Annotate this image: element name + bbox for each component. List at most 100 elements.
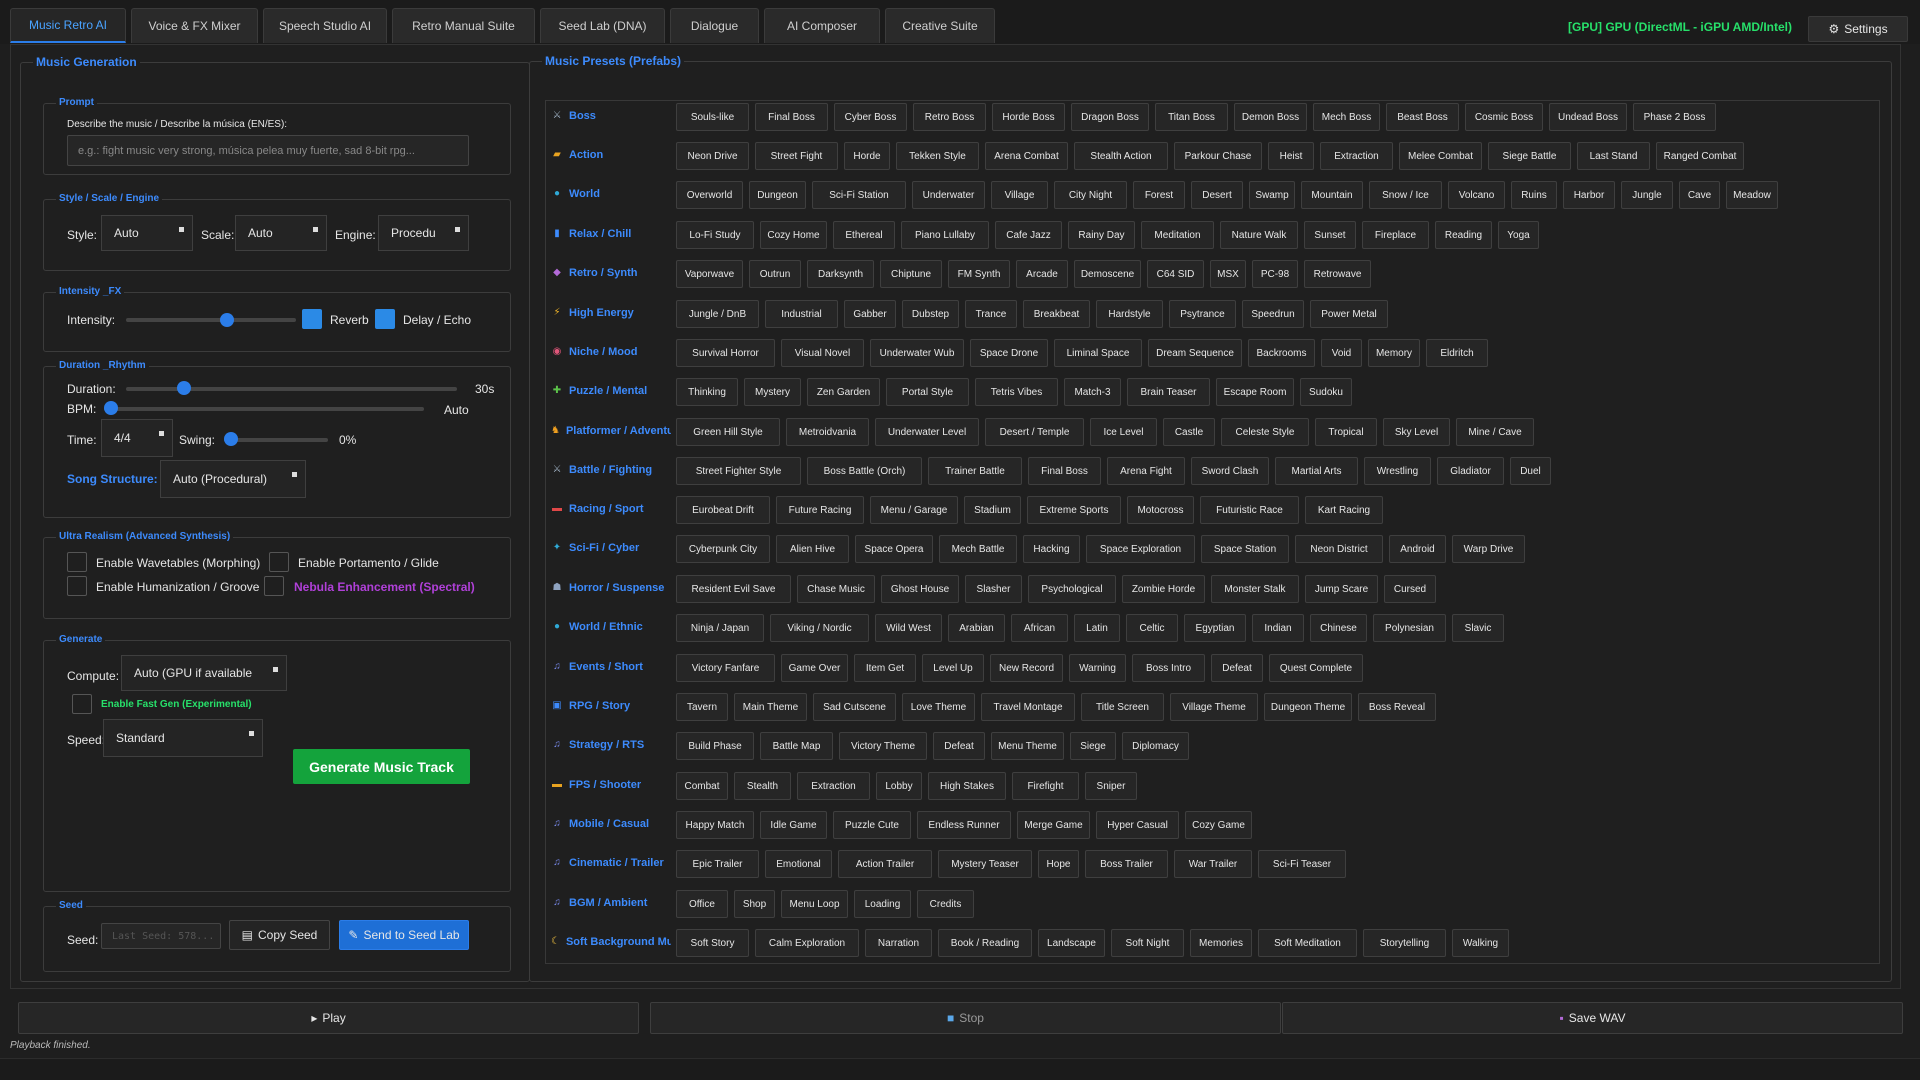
preset-button[interactable]: Void	[1321, 339, 1362, 367]
preset-button[interactable]: Space Opera	[855, 535, 933, 563]
preset-button[interactable]: Final Boss	[755, 103, 828, 131]
preset-button[interactable]: Arena Fight	[1107, 457, 1185, 485]
intensity-slider-track[interactable]	[126, 318, 296, 322]
preset-button[interactable]: Sky Level	[1383, 418, 1450, 446]
preset-button[interactable]: Castle	[1163, 418, 1215, 446]
preset-button[interactable]: Tavern	[676, 693, 728, 721]
preset-button[interactable]: Titan Boss	[1155, 103, 1228, 131]
time-signature-select[interactable]: 4/4	[101, 419, 173, 457]
preset-button[interactable]: Chiptune	[880, 260, 942, 288]
preset-button[interactable]: Mystery Teaser	[938, 850, 1032, 878]
preset-button[interactable]: Space Exploration	[1086, 535, 1195, 563]
preset-button[interactable]: Landscape	[1038, 929, 1105, 957]
preset-button[interactable]: Hacking	[1023, 535, 1080, 563]
preset-button[interactable]: Resident Evil Save	[676, 575, 791, 603]
preset-button[interactable]: Future Racing	[776, 496, 864, 524]
send-to-seed-lab-button[interactable]: ✎ Send to Seed Lab	[339, 920, 469, 950]
preset-button[interactable]: Action Trailer	[838, 850, 932, 878]
preset-button[interactable]: City Night	[1054, 181, 1127, 209]
preset-button[interactable]: Dubstep	[902, 300, 959, 328]
tab-ai-composer[interactable]: AI Composer	[764, 8, 880, 43]
preset-button[interactable]: Cave	[1679, 181, 1720, 209]
preset-button[interactable]: Retro Boss	[913, 103, 986, 131]
preset-button[interactable]: New Record	[990, 654, 1063, 682]
preset-button[interactable]: Slasher	[965, 575, 1022, 603]
preset-button[interactable]: Sword Clash	[1191, 457, 1269, 485]
preset-button[interactable]: Boss Intro	[1132, 654, 1205, 682]
copy-seed-button[interactable]: ▤ Copy Seed	[229, 920, 330, 950]
preset-button[interactable]: Brain Teaser	[1127, 378, 1210, 406]
preset-button[interactable]: Menu Loop	[781, 890, 848, 918]
preset-button[interactable]: Epic Trailer	[676, 850, 759, 878]
preset-button[interactable]: Cyber Boss	[834, 103, 907, 131]
preset-button[interactable]: Cyberpunk City	[676, 535, 770, 563]
speed-select[interactable]: Standard	[103, 719, 263, 757]
preset-button[interactable]: Defeat	[933, 732, 985, 760]
preset-button[interactable]: Yoga	[1498, 221, 1539, 249]
preset-button[interactable]: Demon Boss	[1234, 103, 1307, 131]
preset-button[interactable]: Psytrance	[1169, 300, 1236, 328]
preset-button[interactable]: Indian	[1252, 614, 1304, 642]
preset-button[interactable]: Underwater Wub	[870, 339, 964, 367]
preset-button[interactable]: Title Screen	[1081, 693, 1164, 721]
preset-button[interactable]: Wrestling	[1364, 457, 1431, 485]
generate-music-button[interactable]: Generate Music Track	[293, 749, 470, 784]
tab-creative-suite[interactable]: Creative Suite	[885, 8, 995, 43]
preset-button[interactable]: Victory Theme	[839, 732, 927, 760]
preset-button[interactable]: Dungeon Theme	[1264, 693, 1352, 721]
preset-button[interactable]: Dream Sequence	[1148, 339, 1242, 367]
preset-button[interactable]: Ethereal	[833, 221, 895, 249]
preset-button[interactable]: Ghost House	[881, 575, 959, 603]
preset-button[interactable]: African	[1011, 614, 1068, 642]
preset-button[interactable]: Battle Map	[760, 732, 833, 760]
preset-button[interactable]: Celtic	[1126, 614, 1178, 642]
preset-button[interactable]: Harbor	[1563, 181, 1615, 209]
preset-button[interactable]: Narration	[865, 929, 932, 957]
humanization-checkbox[interactable]	[67, 576, 87, 596]
preset-button[interactable]: Warning	[1069, 654, 1126, 682]
preset-button[interactable]: Ninja / Japan	[676, 614, 764, 642]
preset-button[interactable]: Egyptian	[1184, 614, 1246, 642]
intensity-slider-handle[interactable]	[219, 313, 234, 327]
preset-button[interactable]: Gabber	[844, 300, 896, 328]
preset-button[interactable]: Hope	[1038, 850, 1079, 878]
preset-button[interactable]: Soft Night	[1111, 929, 1184, 957]
preset-button[interactable]: Escape Room	[1216, 378, 1294, 406]
prompt-input[interactable]: e.g.: fight music very strong, música pe…	[67, 135, 469, 166]
engine-select[interactable]: Procedu	[378, 215, 469, 251]
preset-button[interactable]: Stealth Action	[1074, 142, 1168, 170]
preset-button[interactable]: Cozy Home	[760, 221, 827, 249]
preset-button[interactable]: Trance	[965, 300, 1017, 328]
preset-button[interactable]: Victory Fanfare	[676, 654, 775, 682]
preset-button[interactable]: Menu / Garage	[870, 496, 958, 524]
preset-button[interactable]: Heist	[1268, 142, 1314, 170]
preset-button[interactable]: Space Drone	[970, 339, 1048, 367]
tab-seed-lab-dna[interactable]: Seed Lab (DNA)	[540, 8, 665, 43]
preset-button[interactable]: Endless Runner	[917, 811, 1011, 839]
preset-button[interactable]: War Trailer	[1174, 850, 1252, 878]
preset-button[interactable]: Demoscene	[1074, 260, 1141, 288]
preset-button[interactable]: Liminal Space	[1054, 339, 1142, 367]
preset-button[interactable]: Space Station	[1201, 535, 1289, 563]
preset-button[interactable]: Arena Combat	[985, 142, 1068, 170]
preset-button[interactable]: Duel	[1510, 457, 1551, 485]
preset-button[interactable]: Rainy Day	[1068, 221, 1135, 249]
preset-button[interactable]: Arcade	[1016, 260, 1068, 288]
bpm-slider-handle[interactable]	[104, 401, 118, 415]
preset-button[interactable]: Darksynth	[807, 260, 874, 288]
preset-button[interactable]: Build Phase	[676, 732, 754, 760]
preset-button[interactable]: Match-3	[1064, 378, 1121, 406]
preset-button[interactable]: Game Over	[781, 654, 848, 682]
preset-button[interactable]: Extreme Sports	[1027, 496, 1121, 524]
preset-button[interactable]: Android	[1389, 535, 1446, 563]
nebula-checkbox[interactable]	[264, 576, 284, 596]
preset-button[interactable]: Extraction	[797, 772, 870, 800]
play-button[interactable]: ▸ Play	[18, 1002, 639, 1034]
preset-button[interactable]: Boss Reveal	[1358, 693, 1436, 721]
preset-button[interactable]: Firefight	[1012, 772, 1079, 800]
preset-button[interactable]: Ruins	[1511, 181, 1557, 209]
preset-button[interactable]: Fireplace	[1362, 221, 1429, 249]
stop-button[interactable]: ■ Stop	[650, 1002, 1281, 1034]
preset-button[interactable]: Shop	[734, 890, 775, 918]
preset-button[interactable]: Soft Meditation	[1258, 929, 1357, 957]
